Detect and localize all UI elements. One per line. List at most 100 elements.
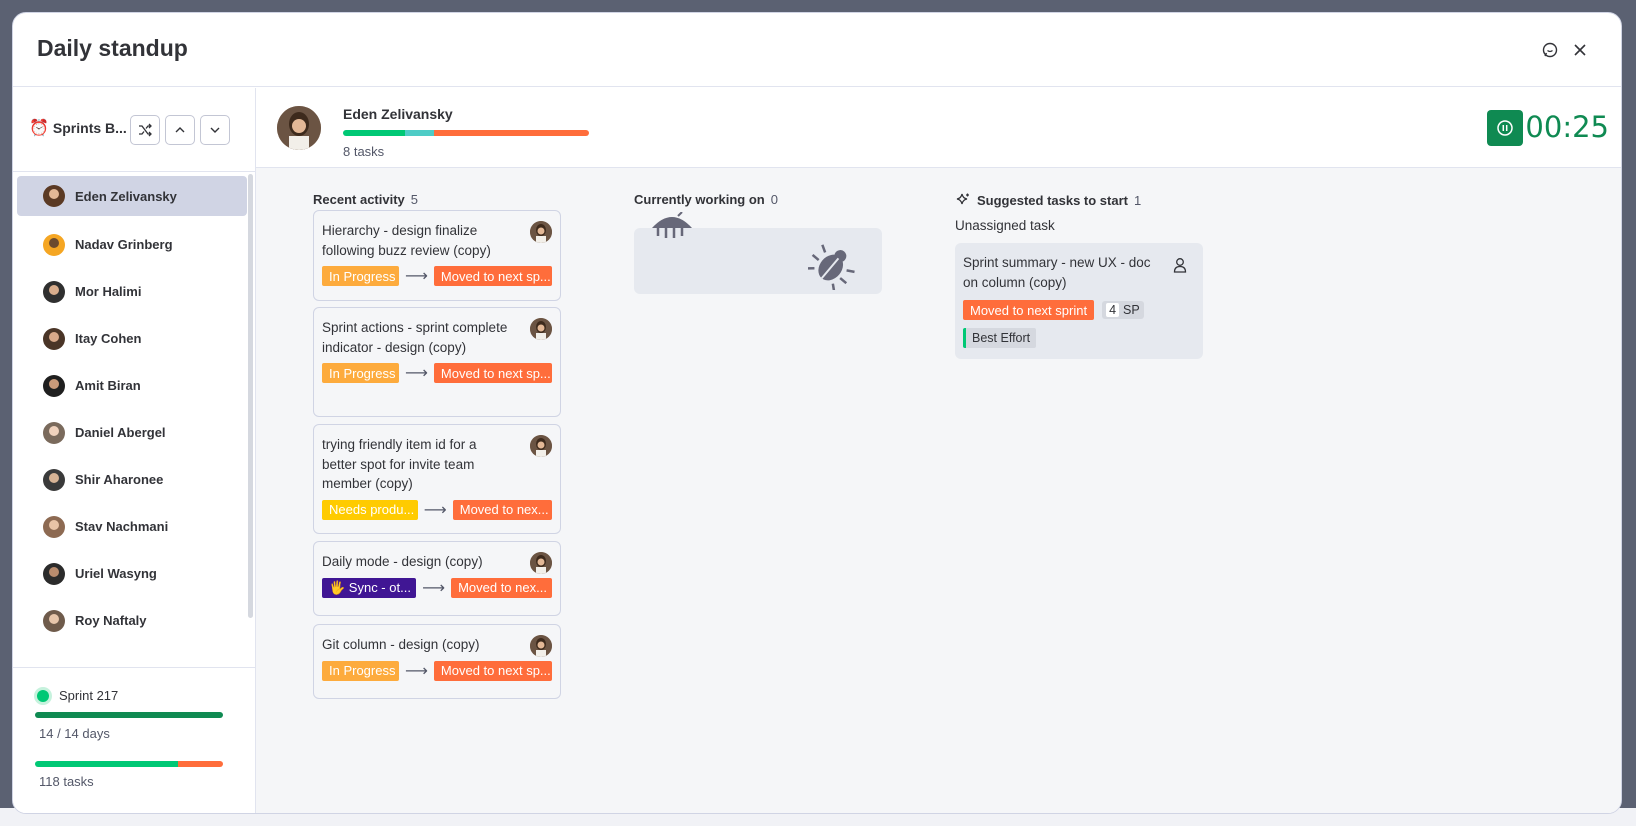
person-name: Nadav Grinberg bbox=[75, 237, 173, 252]
previous-status-pill: Needs produ... bbox=[322, 499, 418, 520]
suggested-tasks-title: Suggested tasks to start bbox=[977, 192, 1128, 208]
person-name: Itay Cohen bbox=[75, 331, 142, 346]
avatar-face bbox=[49, 425, 59, 436]
avatar-face bbox=[49, 331, 59, 342]
activity-card[interactable]: Daily mode - design (copy) 🖐 Sync - ot...… bbox=[313, 541, 561, 616]
person-item[interactable]: Mor Halimi bbox=[17, 268, 247, 315]
currently-working-title: Currently working on bbox=[634, 192, 765, 207]
avatar-face bbox=[49, 284, 59, 295]
person-name: Stav Nachmani bbox=[75, 519, 169, 534]
timer-display: 00:25 bbox=[1525, 110, 1609, 144]
feedback-icon[interactable] bbox=[1539, 39, 1561, 61]
previous-status-pill: 🖐 Sync - ot... bbox=[322, 577, 417, 598]
standup-main: Eden Zelivansky 8 tasks 00:25 Recent act… bbox=[256, 88, 1621, 813]
person-item[interactable]: Stav Nachmani bbox=[17, 503, 247, 550]
pause-icon bbox=[1497, 120, 1513, 136]
user-task-progress-bar bbox=[343, 130, 589, 136]
pause-timer-button[interactable] bbox=[1487, 110, 1523, 146]
sprint-tasks-label: 118 tasks bbox=[39, 774, 94, 789]
person-item[interactable]: Eden Zelivansky bbox=[17, 176, 247, 216]
activity-card[interactable]: Git column - design (copy) In Progress ⟶ Mo… bbox=[313, 624, 561, 699]
avatar-face bbox=[49, 237, 59, 248]
alarm-clock-icon: ⏰ bbox=[29, 120, 49, 137]
activity-card-title: Daily mode - design (copy) bbox=[322, 554, 483, 569]
sprint-days-label: 14 / 14 days bbox=[39, 726, 110, 741]
days-bar-fill bbox=[35, 712, 223, 718]
activity-card-title: Git column - design (copy) bbox=[322, 637, 480, 652]
arrow-right-icon: ⟶ bbox=[422, 579, 446, 597]
person-item[interactable]: Shir Aharonee bbox=[17, 456, 247, 503]
previous-status-pill: In Progress bbox=[322, 660, 399, 681]
empty-working-placeholder bbox=[634, 212, 882, 294]
tasks-bar-rest bbox=[177, 761, 223, 767]
suggested-task-card[interactable]: Sprint summary - new UX - doc on column … bbox=[955, 243, 1203, 359]
person-item[interactable]: Nadav Grinberg bbox=[17, 221, 247, 268]
board-selector[interactable]: ⏰ Sprints B... bbox=[29, 118, 127, 138]
user-bar-other bbox=[434, 130, 589, 136]
person-avatar bbox=[43, 468, 65, 491]
next-person-button[interactable] bbox=[200, 115, 230, 145]
person-item[interactable]: Daniel Abergel bbox=[17, 409, 247, 456]
sprint-days-bar bbox=[35, 712, 223, 718]
person-item[interactable]: Roy Naftaly bbox=[17, 597, 247, 644]
shuffle-button[interactable] bbox=[130, 115, 160, 145]
avatar-face bbox=[49, 519, 59, 530]
avatar-face bbox=[49, 613, 59, 624]
sprint-tasks-bar bbox=[35, 761, 223, 767]
avatar-face bbox=[49, 566, 59, 577]
person-avatar bbox=[43, 280, 65, 303]
new-status-pill: Moved to next sp... bbox=[433, 363, 552, 383]
person-name: Daniel Abergel bbox=[75, 425, 166, 440]
arrow-right-icon: ⟶ bbox=[404, 365, 428, 382]
person-avatar bbox=[43, 374, 65, 397]
person-item[interactable]: Uriel Wasyng bbox=[17, 550, 247, 597]
current-user-header: Eden Zelivansky 8 tasks 00:25 bbox=[256, 88, 1621, 168]
arrow-right-icon: ⟶ bbox=[404, 662, 428, 680]
person-avatar bbox=[43, 562, 65, 585]
currently-working-count: 0 bbox=[770, 192, 778, 207]
arrow-right-icon: ⟶ bbox=[404, 268, 428, 285]
activity-card[interactable]: Sprint actions - sprint complete indicat… bbox=[313, 307, 561, 417]
assign-person-icon[interactable] bbox=[1173, 257, 1187, 278]
shuffle-icon bbox=[139, 123, 152, 137]
status-change-row: In Progress ⟶ Moved to next sp... bbox=[322, 266, 552, 286]
story-points-badge: 4 SP bbox=[1102, 301, 1144, 319]
close-icon[interactable] bbox=[1569, 39, 1591, 61]
activity-card-title: Hierarchy - design finalize following bu… bbox=[322, 223, 491, 258]
new-status-pill: Moved to next sp... bbox=[433, 266, 552, 286]
previous-person-button[interactable] bbox=[165, 115, 195, 145]
user-bar-working bbox=[404, 130, 435, 136]
people-list: Eden Zelivansky Nadav Grinberg Mor Halimi I… bbox=[13, 174, 247, 642]
user-bar-done bbox=[343, 130, 405, 136]
sidebar-scrollbar[interactable] bbox=[248, 174, 253, 618]
bug-icon bbox=[808, 244, 855, 290]
activity-card-title: Sprint actions - sprint complete indicat… bbox=[322, 320, 508, 355]
person-item[interactable]: Itay Cohen bbox=[17, 315, 247, 362]
sprint-name-row: Sprint 217 bbox=[37, 688, 118, 703]
avatar-face bbox=[49, 472, 59, 483]
unassigned-label: Unassigned task bbox=[955, 218, 1055, 233]
suggested-tasks-header: Suggested tasks to start 1 bbox=[955, 192, 1141, 208]
card-owner-avatar bbox=[530, 435, 552, 457]
story-points-label: SP bbox=[1123, 303, 1140, 317]
person-name: Shir Aharonee bbox=[75, 472, 164, 487]
activity-card[interactable]: Hierarchy - design finalize following bu… bbox=[313, 210, 561, 301]
activity-card-title: trying friendly item id for a better spo… bbox=[322, 437, 477, 491]
story-points-value: 4 bbox=[1106, 303, 1120, 317]
person-item[interactable]: Amit Biran bbox=[17, 362, 247, 409]
sprint-name: Sprint 217 bbox=[59, 688, 119, 703]
user-task-count: 8 tasks bbox=[343, 144, 385, 159]
activity-card[interactable]: trying friendly item id for a better spo… bbox=[313, 424, 561, 534]
card-owner-avatar bbox=[530, 221, 552, 243]
people-sidebar: ⏰ Sprints B... Eden Zelivansky Nadav Grin… bbox=[13, 88, 256, 813]
card-owner-avatar bbox=[530, 318, 552, 340]
status-change-row: In Progress ⟶ Moved to next sp... bbox=[322, 660, 552, 681]
suggested-status-pill[interactable]: Moved to next sprint bbox=[963, 300, 1095, 320]
person-name: Amit Biran bbox=[75, 378, 141, 393]
tasks-bar-done bbox=[35, 761, 178, 767]
card-owner-avatar bbox=[530, 552, 552, 574]
person-avatar bbox=[43, 327, 65, 350]
card-owner-avatar bbox=[530, 635, 552, 657]
previous-status-pill: In Progress bbox=[322, 266, 399, 286]
person-name: Uriel Wasyng bbox=[75, 566, 157, 581]
